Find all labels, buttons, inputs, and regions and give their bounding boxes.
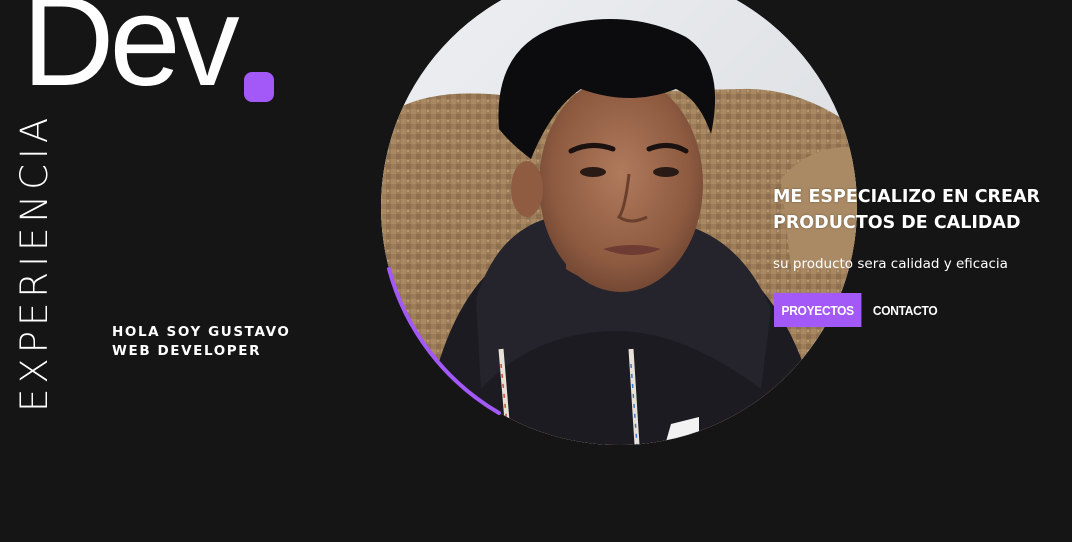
headline-line-1: ME ESPECIALIZO EN CREAR bbox=[773, 187, 1041, 207]
intro-line-name: HOLA SOY GUSTAVO bbox=[112, 324, 291, 340]
subtext: su producto sera calidad y eficacia bbox=[773, 256, 1008, 272]
hero-section: Dev EXPERIENCIA HOLA SOY GUSTAVO WEB DEV… bbox=[0, 0, 1072, 542]
logo-text: Dev bbox=[22, 0, 240, 113]
contact-button[interactable]: CONTACTO bbox=[872, 293, 938, 327]
intro-line-role: WEB DEVELOPER bbox=[112, 343, 262, 359]
logo-dot bbox=[244, 72, 274, 102]
intro-text: HOLA SOY GUSTAVO WEB DEVELOPER bbox=[112, 323, 290, 361]
vertical-word: EXPERIENCIA bbox=[13, 112, 56, 412]
headline: ME ESPECIALIZO EN CREAR PRODUCTOS DE CAL… bbox=[773, 184, 1063, 236]
projects-button[interactable]: PROYECTOS bbox=[774, 293, 862, 327]
headline-line-2: PRODUCTOS DE CALIDAD bbox=[773, 213, 1021, 233]
